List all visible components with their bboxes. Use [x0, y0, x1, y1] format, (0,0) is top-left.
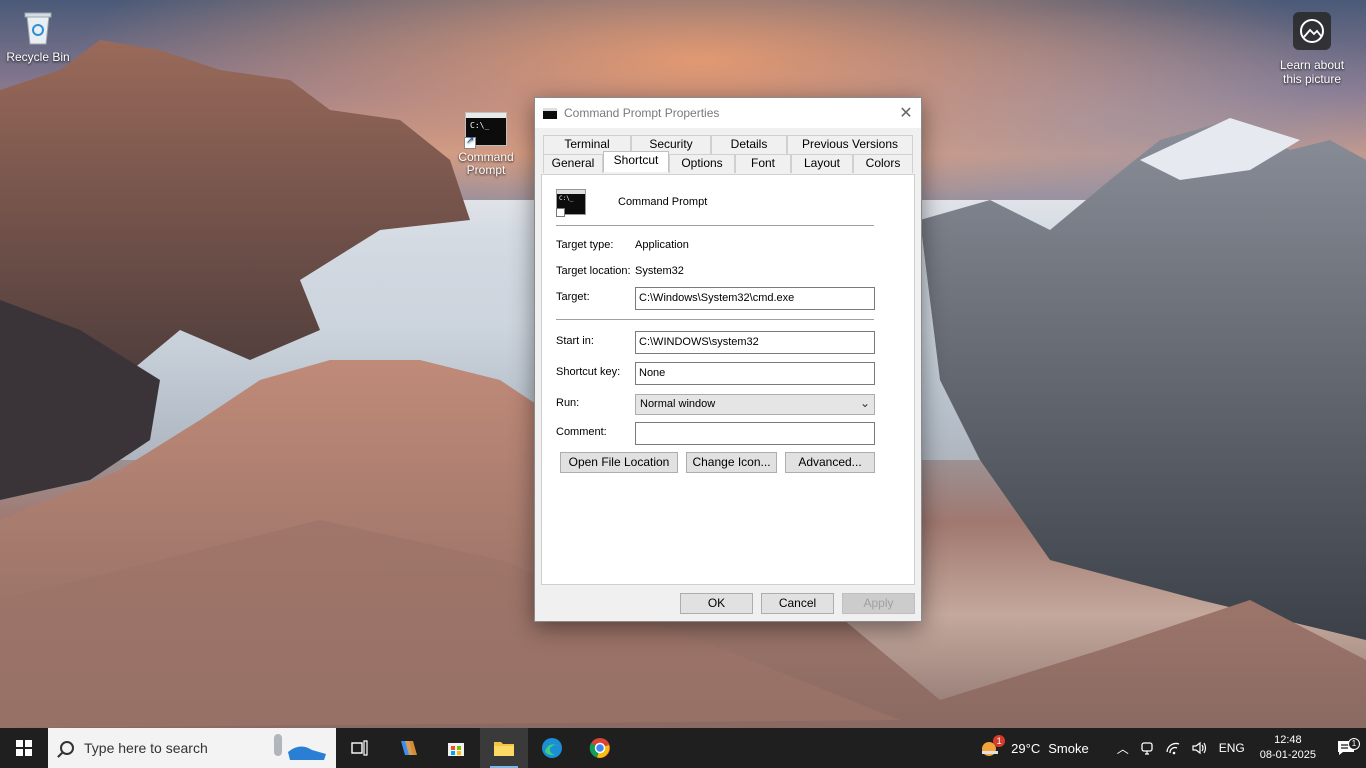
language-indicator[interactable]: ENG	[1214, 741, 1250, 755]
dialog-titlebar[interactable]: Command Prompt Properties ✕	[535, 98, 921, 128]
system-tray: 1 29°C Smoke ︿ ENG 12:48 08-01-2025 1	[974, 728, 1366, 768]
wifi-icon	[1166, 742, 1179, 755]
windows-logo-icon	[16, 740, 32, 756]
recycle-bin-label: Recycle Bin	[6, 50, 70, 64]
meet-now-button[interactable]	[1134, 740, 1160, 756]
weather-condition: Smoke	[1048, 740, 1089, 756]
properties-dialog: Command Prompt Properties ✕ Terminal Sec…	[534, 97, 922, 622]
chevron-up-icon: ︿	[1116, 741, 1129, 756]
divider	[556, 319, 874, 320]
search-placeholder: Type here to search	[84, 740, 208, 756]
apply-button[interactable]: Apply	[842, 593, 915, 614]
folder-icon	[494, 742, 514, 756]
command-prompt-title-icon	[543, 107, 557, 119]
task-view-icon	[351, 740, 368, 756]
show-hidden-icons-button[interactable]: ︿	[1112, 740, 1134, 757]
close-icon[interactable]: ✕	[891, 98, 921, 128]
recycle-bin-icon	[21, 8, 55, 46]
speaker-icon	[1192, 741, 1206, 755]
learn-picture-label-line1: Learn about	[1279, 58, 1345, 72]
camera-icon	[1141, 742, 1153, 755]
notification-center-button[interactable]: 1	[1326, 738, 1366, 756]
command-prompt-label-line1: Command	[458, 150, 514, 164]
target-input[interactable]: C:\Windows\System32\cmd.exe	[635, 287, 875, 310]
file-explorer-button[interactable]	[480, 728, 528, 768]
tab-font[interactable]: Font	[735, 154, 791, 173]
tab-previous-versions[interactable]: Previous Versions	[787, 135, 913, 154]
comment-label: Comment:	[556, 426, 607, 438]
volume-button[interactable]	[1186, 740, 1214, 756]
taskbar-search-box[interactable]: Type here to search	[48, 728, 336, 768]
target-type-label: Target type:	[556, 239, 614, 251]
learn-picture-label-line2: this picture	[1282, 72, 1342, 86]
tab-details[interactable]: Details	[711, 135, 787, 154]
task-view-button[interactable]	[336, 728, 384, 768]
copilot-button[interactable]	[384, 728, 432, 768]
advanced-button[interactable]: Advanced...	[785, 452, 875, 473]
weather-widget[interactable]: 1 29°C Smoke	[974, 735, 1094, 759]
learn-about-picture-desktop-icon[interactable]: Learn about this picture	[1274, 12, 1350, 86]
tab-shortcut[interactable]: Shortcut	[603, 151, 669, 172]
cancel-button[interactable]: Cancel	[761, 593, 834, 614]
learn-picture-icon	[1293, 12, 1331, 50]
taskbar: Type here to search 1 29°C Smoke ︿ ENG 1…	[0, 728, 1366, 768]
tab-strip: Terminal Security Details Previous Versi…	[541, 134, 915, 174]
notification-count: 1	[1348, 738, 1360, 750]
shortcut-name: Command Prompt	[618, 196, 708, 208]
command-prompt-label-line2: Prompt	[466, 163, 506, 177]
start-in-input[interactable]: C:\WINDOWS\system32	[635, 331, 875, 354]
target-type-value: Application	[635, 239, 689, 251]
change-icon-button[interactable]: Change Icon...	[686, 452, 777, 473]
tab-layout[interactable]: Layout	[791, 154, 853, 173]
tab-general[interactable]: General	[543, 154, 603, 173]
weather-badge: 1	[993, 735, 1006, 747]
open-file-location-button[interactable]: Open File Location	[560, 452, 678, 473]
store-icon	[448, 743, 464, 756]
shortcut-arrow-icon	[464, 135, 476, 149]
shortcut-key-label: Shortcut key:	[556, 366, 621, 378]
recycle-bin-desktop-icon[interactable]: Recycle Bin	[0, 8, 76, 64]
edge-browser-icon	[542, 738, 562, 758]
tab-colors[interactable]: Colors	[853, 154, 913, 173]
shortcut-key-input[interactable]: None	[635, 362, 875, 385]
search-highlight-icon	[274, 734, 326, 760]
shortcut-panel: C:\_ Command Prompt Target type: Applica…	[541, 174, 915, 585]
run-select[interactable]: Normal window ⌄	[635, 394, 875, 415]
network-button[interactable]	[1160, 740, 1186, 756]
start-button[interactable]	[0, 728, 48, 768]
target-label: Target:	[556, 291, 590, 303]
copilot-icon	[401, 741, 417, 755]
start-in-label: Start in:	[556, 335, 594, 347]
search-icon	[60, 741, 74, 755]
weather-temp: 29°C	[1011, 740, 1041, 756]
chrome-button[interactable]	[576, 728, 624, 768]
run-select-value: Normal window	[640, 398, 716, 410]
run-label: Run:	[556, 397, 580, 409]
edge-button[interactable]	[528, 728, 576, 768]
clock[interactable]: 12:48 08-01-2025	[1250, 733, 1326, 763]
target-location-label: Target location:	[556, 265, 631, 277]
chevron-down-icon: ⌄	[859, 396, 870, 410]
comment-input[interactable]	[635, 422, 875, 445]
dialog-title: Command Prompt Properties	[564, 106, 720, 120]
shortcut-arrow-icon	[556, 208, 565, 217]
clock-date: 08-01-2025	[1259, 749, 1316, 761]
command-prompt-desktop-icon[interactable]: C:\_ Command Prompt	[448, 112, 524, 177]
command-prompt-icon: C:\_	[464, 112, 507, 149]
weather-icon: 1	[979, 735, 1006, 759]
command-prompt-icon: C:\_	[556, 189, 586, 217]
chrome-browser-icon	[589, 738, 610, 758]
divider	[556, 225, 874, 226]
clock-time: 12:48	[1274, 734, 1302, 746]
ok-button[interactable]: OK	[680, 593, 753, 614]
microsoft-store-button[interactable]	[432, 728, 480, 768]
target-location-value: System32	[635, 265, 684, 277]
tab-options[interactable]: Options	[669, 154, 735, 173]
